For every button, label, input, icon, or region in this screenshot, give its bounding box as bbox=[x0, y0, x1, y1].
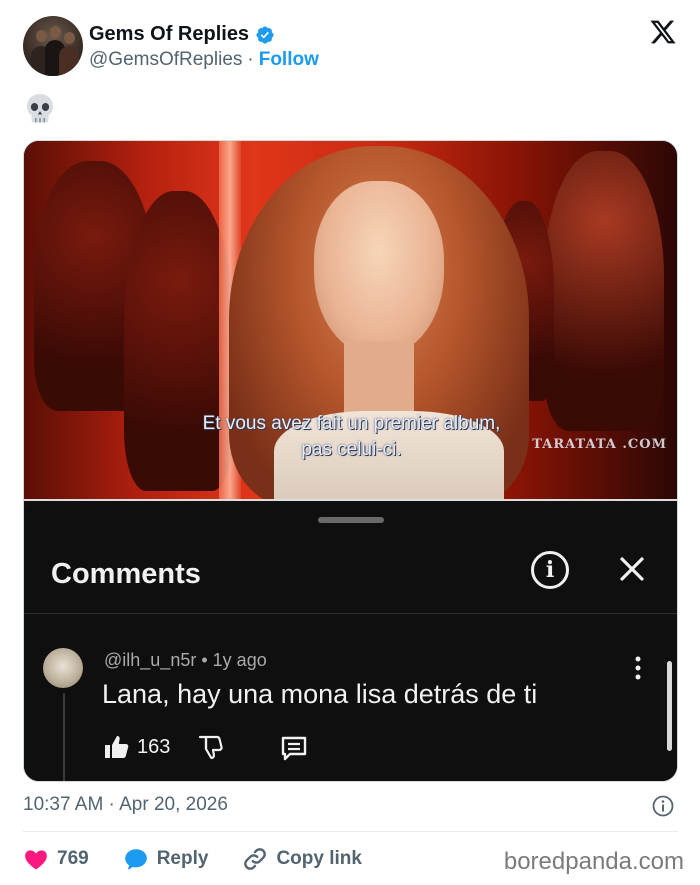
video-subtitle-line1: Et vous avez fait un premier album, bbox=[202, 413, 501, 434]
commenter-avatar[interactable] bbox=[43, 648, 83, 688]
info-icon[interactable] bbox=[652, 795, 674, 817]
thumbs-up-icon[interactable] bbox=[102, 733, 130, 761]
follow-button[interactable]: Follow bbox=[259, 49, 319, 71]
copy-link-button[interactable]: Copy link bbox=[242, 846, 362, 872]
reply-comment-icon[interactable] bbox=[279, 733, 309, 763]
comment-like-count: 163 bbox=[137, 736, 171, 758]
x-logo-icon[interactable] bbox=[649, 18, 677, 46]
speech-bubble-icon bbox=[124, 849, 147, 870]
post-actions: 769 Reply Copy link bbox=[23, 844, 396, 874]
video-frame[interactable]: Et vous avez fait un premier album, pas … bbox=[24, 141, 677, 501]
sheet-drag-handle[interactable] bbox=[318, 517, 384, 523]
comments-title: Comments bbox=[51, 558, 201, 590]
close-icon[interactable] bbox=[614, 551, 650, 587]
thumbs-down-icon[interactable] bbox=[196, 733, 224, 761]
source-credit: boredpanda.com bbox=[503, 848, 684, 875]
handle-separator: · bbox=[247, 49, 254, 70]
video-watermark: TARATATA .COM bbox=[532, 437, 667, 452]
footer-divider bbox=[23, 831, 678, 832]
scrollbar[interactable] bbox=[667, 661, 672, 751]
video-progress-bar[interactable] bbox=[24, 499, 677, 501]
like-button[interactable]: 769 bbox=[23, 846, 89, 872]
comment-text: Lana, hay una mona lisa detrás de ti bbox=[102, 679, 538, 709]
skull-icon bbox=[27, 94, 53, 123]
commenter-username[interactable]: @ilh_u_n5r bbox=[104, 650, 196, 670]
thread-line bbox=[63, 693, 65, 781]
reply-label: Reply bbox=[156, 848, 209, 869]
info-icon[interactable]: i bbox=[531, 551, 569, 589]
more-options-icon[interactable] bbox=[633, 655, 643, 681]
comment-age: 1y ago bbox=[212, 650, 267, 670]
like-count: 769 bbox=[57, 848, 89, 869]
author-handle[interactable]: @GemsOfReplies bbox=[89, 49, 242, 71]
author-name[interactable]: Gems Of Replies bbox=[89, 23, 249, 46]
post-timestamp[interactable]: 10:37 AM · Apr 20, 2026 bbox=[23, 794, 228, 816]
verified-badge-icon bbox=[256, 25, 274, 44]
post-header: Gems Of Replies @GemsOfReplies · Follow bbox=[23, 16, 683, 78]
comment-meta: @ilh_u_n5r • 1y ago bbox=[104, 650, 267, 670]
link-icon bbox=[244, 848, 267, 870]
sheet-divider bbox=[24, 613, 677, 614]
reply-button[interactable]: Reply bbox=[123, 846, 209, 872]
author-avatar[interactable] bbox=[23, 16, 83, 76]
copy-link-label: Copy link bbox=[276, 848, 362, 869]
comments-sheet: Comments i @ilh_u_n5r • 1y ago Lana, hay… bbox=[24, 503, 677, 781]
heart-icon bbox=[25, 850, 47, 870]
post-media[interactable]: Et vous avez fait un premier album, pas … bbox=[23, 140, 678, 782]
